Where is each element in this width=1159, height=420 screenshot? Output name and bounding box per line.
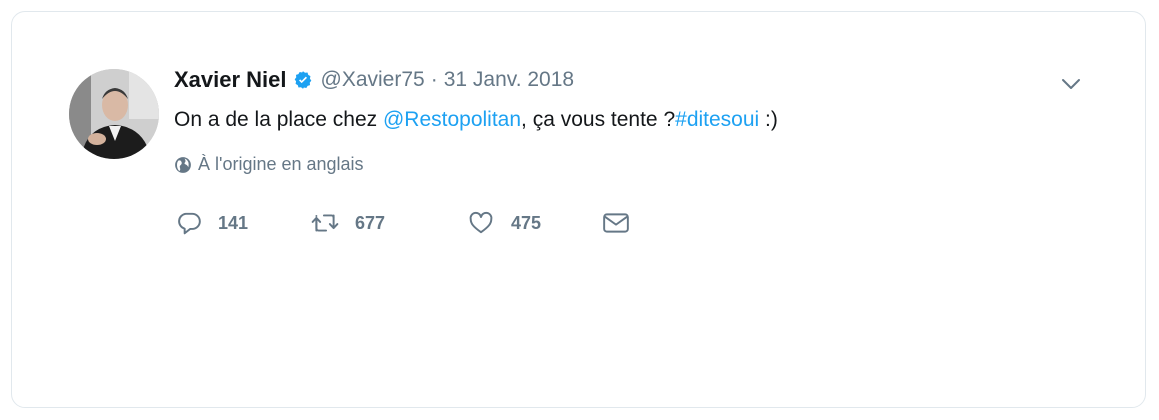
chevron-down-icon[interactable] — [1059, 72, 1083, 96]
mention-link[interactable]: @Restopolitan — [383, 108, 521, 131]
verified-badge-icon — [293, 70, 313, 90]
tweet-card[interactable]: Xavier Niel @Xavier75 · 31 Janv. 2018 On… — [11, 11, 1146, 408]
translation-note-label: À l'origine en anglais — [198, 154, 364, 174]
tweet-actions: 141 677 475 — [176, 207, 630, 239]
globe-icon — [174, 156, 192, 174]
retweet-icon — [311, 210, 339, 236]
reply-icon — [176, 210, 202, 236]
retweet-button[interactable]: 677 — [311, 210, 467, 236]
header-separator: · — [430, 68, 438, 91]
translation-note[interactable]: À l'origine en anglais — [174, 154, 364, 175]
tweet-header: Xavier Niel @Xavier75 · 31 Janv. 2018 — [174, 64, 574, 96]
author-name[interactable]: Xavier Niel — [174, 67, 287, 93]
reply-button[interactable]: 141 — [176, 210, 311, 236]
tweet-text: On a de la place chez @Restopolitan, ça … — [174, 105, 778, 135]
reply-count: 141 — [218, 212, 249, 233]
tweet-text-part: , ça vous tente ? — [521, 108, 676, 131]
hashtag-link[interactable]: #ditesoui — [675, 108, 759, 131]
tweet-date[interactable]: 31 Janv. 2018 — [444, 68, 574, 92]
direct-message-icon — [602, 211, 630, 235]
like-button[interactable]: 475 — [467, 210, 602, 236]
retweet-count: 677 — [355, 212, 386, 233]
avatar[interactable] — [69, 69, 159, 159]
direct-message-button[interactable] — [602, 211, 630, 235]
like-count: 475 — [511, 212, 542, 233]
tweet-text-part: On a de la place chez — [174, 108, 383, 131]
author-handle[interactable]: @Xavier75 — [321, 68, 425, 92]
like-icon — [467, 210, 495, 236]
tweet-text-part: :) — [759, 108, 778, 131]
